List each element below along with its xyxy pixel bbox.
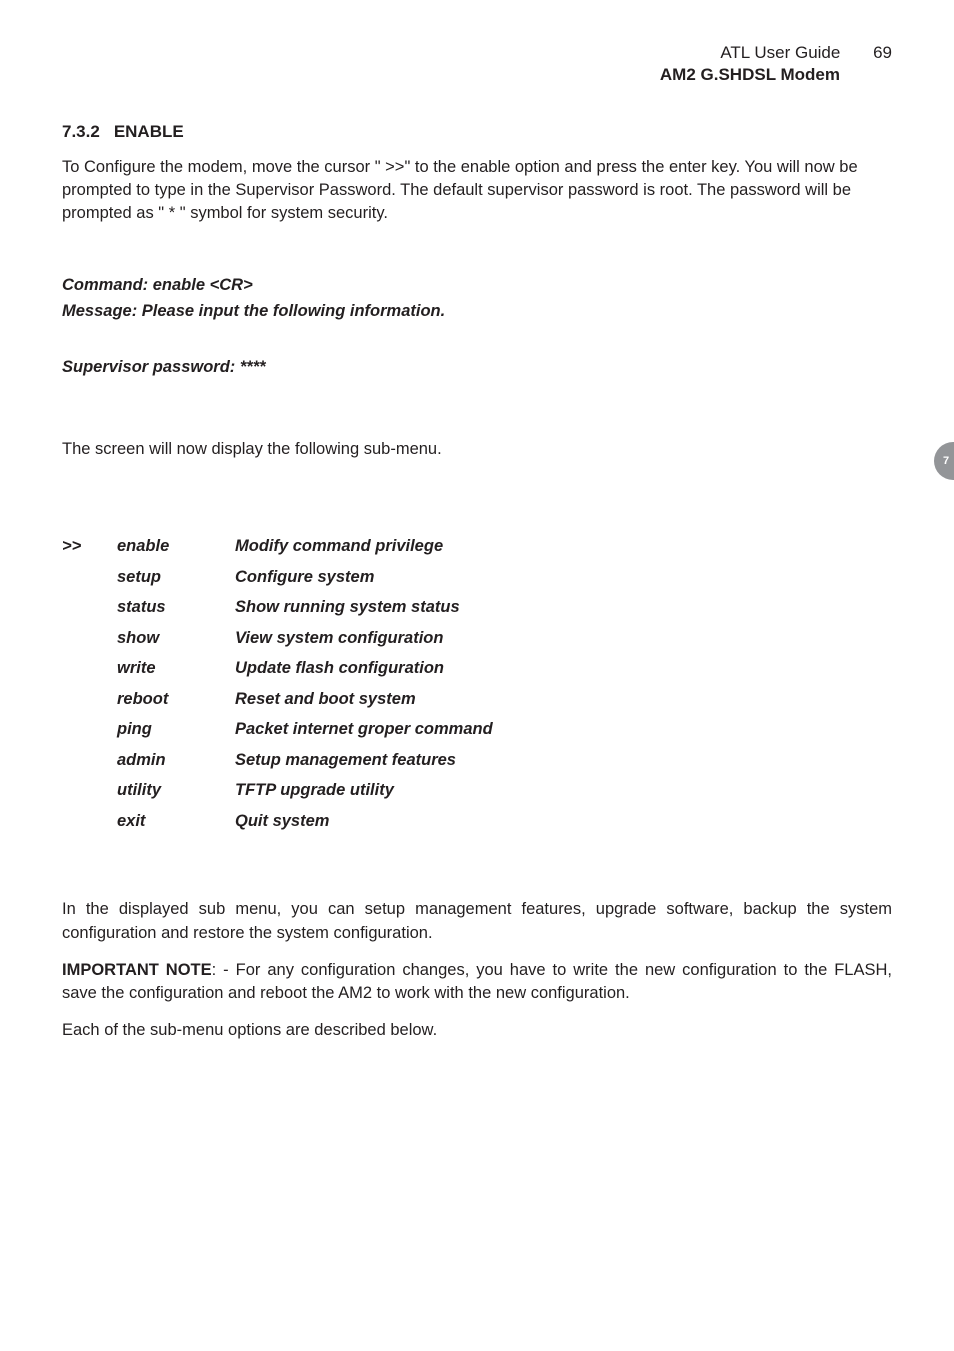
important-note: IMPORTANT NOTE: - For any configuration … <box>62 959 892 1005</box>
menu-row: >> enable Modify command privilege <box>62 531 892 562</box>
menu-cursor: >> <box>62 531 117 562</box>
command-line: Command: enable <CR> <box>62 273 892 299</box>
menu-desc: Modify command privilege <box>235 531 892 562</box>
menu-desc: Reset and boot system <box>235 684 892 715</box>
menu-row: write Update flash configuration <box>62 653 892 684</box>
closing-paragraph: Each of the sub-menu options are describ… <box>62 1019 892 1042</box>
menu-row: show View system configuration <box>62 623 892 654</box>
menu-cmd: admin <box>117 745 235 776</box>
menu-cursor <box>62 745 117 776</box>
menu-desc: View system configuration <box>235 623 892 654</box>
menu-desc: Update flash configuration <box>235 653 892 684</box>
menu-row: ping Packet internet groper command <box>62 714 892 745</box>
menu-desc: Packet internet groper command <box>235 714 892 745</box>
page-header: ATL User Guide 69 AM2 G.SHDSL Modem <box>62 42 892 86</box>
menu-cmd: write <box>117 653 235 684</box>
menu-row: exit Quit system <box>62 806 892 837</box>
command-block: Command: enable <CR> Message: Please inp… <box>62 273 892 380</box>
menu-cmd: exit <box>117 806 235 837</box>
page-content: ATL User Guide 69 AM2 G.SHDSL Modem 7.3.… <box>0 0 954 1042</box>
menu-desc: Quit system <box>235 806 892 837</box>
menu-cmd: show <box>117 623 235 654</box>
menu-desc: Configure system <box>235 562 892 593</box>
menu-cmd: ping <box>117 714 235 745</box>
section-title: ENABLE <box>114 122 184 141</box>
menu-row: status Show running system status <box>62 592 892 623</box>
menu-cursor <box>62 775 117 806</box>
menu-desc: Show running system status <box>235 592 892 623</box>
section-heading: 7.3.2 ENABLE <box>62 122 892 142</box>
after-menu-paragraph: In the displayed sub menu, you can setup… <box>62 898 892 944</box>
guide-title: ATL User Guide <box>720 43 840 62</box>
menu-cursor <box>62 684 117 715</box>
section-number: 7.3.2 <box>62 122 100 141</box>
intro-paragraph: To Configure the modem, move the cursor … <box>62 156 892 225</box>
submenu-table: >> enable Modify command privilege setup… <box>62 531 892 836</box>
menu-desc: Setup management features <box>235 745 892 776</box>
menu-cursor <box>62 592 117 623</box>
menu-cursor <box>62 653 117 684</box>
menu-cursor <box>62 806 117 837</box>
password-line: Supervisor password: **** <box>62 355 892 381</box>
menu-cmd: reboot <box>117 684 235 715</box>
page-number: 69 <box>873 43 892 62</box>
menu-cursor <box>62 562 117 593</box>
message-line: Message: Please input the following info… <box>62 299 892 325</box>
menu-row: admin Setup management features <box>62 745 892 776</box>
menu-cmd: enable <box>117 531 235 562</box>
menu-desc: TFTP upgrade utility <box>235 775 892 806</box>
menu-cmd: status <box>117 592 235 623</box>
menu-row: reboot Reset and boot system <box>62 684 892 715</box>
menu-cmd: setup <box>117 562 235 593</box>
menu-cursor <box>62 623 117 654</box>
menu-row: setup Configure system <box>62 562 892 593</box>
model-name: AM2 G.SHDSL Modem <box>62 64 892 86</box>
important-note-label: IMPORTANT NOTE <box>62 961 212 979</box>
menu-cursor <box>62 714 117 745</box>
menu-row: utility TFTP upgrade utility <box>62 775 892 806</box>
menu-cmd: utility <box>117 775 235 806</box>
after-menu-block: In the displayed sub menu, you can setup… <box>62 898 892 1041</box>
submenu-intro: The screen will now display the followin… <box>62 438 892 461</box>
